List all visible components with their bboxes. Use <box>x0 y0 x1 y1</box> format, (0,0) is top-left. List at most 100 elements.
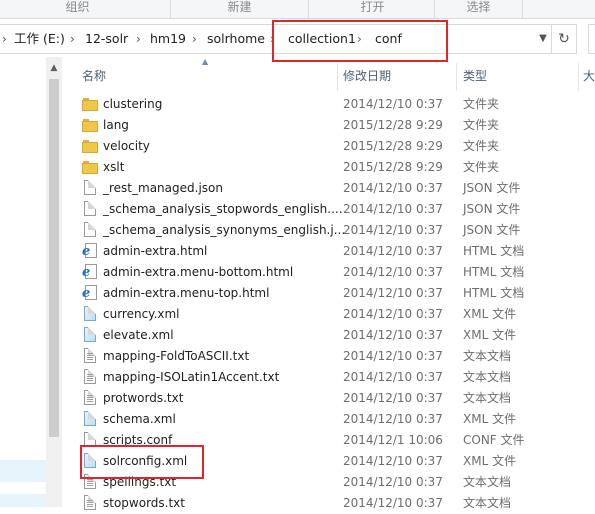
file-row[interactable]: e admin-extra.menu-top.html 2014/12/10 0:3… <box>62 283 595 304</box>
navigation-pane[interactable] <box>0 57 46 507</box>
file-row[interactable]: lang 2015/12/28 9:29 文件夹 <box>62 115 595 136</box>
file-type: 文本文档 <box>463 475 512 489</box>
ribbon-divider <box>170 0 171 18</box>
chevron-right-icon[interactable]: › <box>136 25 141 53</box>
file-type: 文件夹 <box>463 118 500 132</box>
ribbon-group-new[interactable]: 新建 <box>172 0 307 18</box>
document-icon <box>82 201 98 217</box>
nav-selected-item[interactable] <box>0 460 46 482</box>
folder-icon <box>82 96 98 112</box>
file-name[interactable]: admin-extra.html <box>103 241 207 262</box>
file-name[interactable]: mapping-ISOLatin1Accent.txt <box>103 367 279 388</box>
file-row[interactable]: velocity 2015/12/28 9:29 文件夹 <box>62 136 595 157</box>
file-modified-date: 2014/12/10 0:37 <box>343 412 443 426</box>
text-file-icon <box>82 348 98 364</box>
sort-ascending-icon: ▲ <box>202 57 209 66</box>
file-name[interactable]: lang <box>103 115 129 136</box>
breadcrumb-hm19[interactable]: hm19 <box>150 25 186 53</box>
file-modified-date: 2015/12/28 9:29 <box>343 139 443 153</box>
column-header-type[interactable]: 类型 <box>463 67 487 84</box>
file-modified-date: 2014/12/10 0:37 <box>343 181 443 195</box>
file-row[interactable]: stopwords.txt 2014/12/10 0:37 文本文档 <box>62 493 595 514</box>
column-divider[interactable] <box>578 63 579 91</box>
file-row[interactable]: elevate.xml 2014/12/10 0:37 XML 文件 <box>62 325 595 346</box>
highlight-box-address <box>272 20 448 62</box>
file-row[interactable]: protwords.txt 2014/12/10 0:37 文本文档 <box>62 388 595 409</box>
document-icon <box>82 180 98 196</box>
file-row[interactable]: _rest_managed.json 2014/12/10 0:37 JSON 文件 <box>62 178 595 199</box>
column-divider[interactable] <box>337 63 338 91</box>
file-modified-date: 2014/12/10 0:37 <box>343 286 443 300</box>
breadcrumb-solrhome[interactable]: solrhome <box>207 25 265 53</box>
file-name[interactable]: xslt <box>103 157 124 178</box>
file-type: XML 文件 <box>463 412 517 426</box>
ribbon-divider <box>522 0 523 18</box>
chevron-down-icon[interactable]: ▼ <box>535 25 551 53</box>
file-modified-date: 2014/12/10 0:37 <box>343 496 443 510</box>
folder-icon <box>82 159 98 175</box>
ribbon-divider <box>434 0 435 18</box>
ribbon: 组织 新建 打开 选择 <box>0 0 595 19</box>
file-type: HTML 文档 <box>463 265 525 279</box>
scroll-up-arrow-icon[interactable]: ▲ <box>46 62 62 74</box>
file-row[interactable]: _schema_analysis_stopwords_english.... 20… <box>62 199 595 220</box>
file-name[interactable]: stopwords.txt <box>103 493 185 514</box>
text-file-icon <box>82 495 98 511</box>
file-name[interactable]: velocity <box>103 136 150 157</box>
file-name[interactable]: mapping-FoldToASCII.txt <box>103 346 249 367</box>
file-name[interactable]: _schema_analysis_stopwords_english.... <box>103 199 343 220</box>
file-name[interactable]: _schema_analysis_synonyms_english.j... <box>103 220 345 241</box>
column-header-name[interactable]: 名称 <box>82 67 106 84</box>
column-divider[interactable] <box>456 63 457 91</box>
nav-scrollbar[interactable]: ▲ <box>46 57 62 507</box>
file-type: CONF 文件 <box>463 433 525 447</box>
scrollbar-thumb[interactable] <box>49 79 59 437</box>
file-row[interactable]: mapping-FoldToASCII.txt 2014/12/10 0:37 文本… <box>62 346 595 367</box>
file-name[interactable]: clustering <box>103 94 162 115</box>
chevron-right-icon[interactable]: › <box>192 25 197 53</box>
chevron-right-icon[interactable]: › <box>70 25 75 53</box>
highlight-box-solrconfig <box>80 445 204 479</box>
column-header-modified[interactable]: 修改日期 <box>343 67 391 84</box>
file-type: HTML 文档 <box>463 286 525 300</box>
ribbon-group-select[interactable]: 选择 <box>436 0 521 18</box>
file-row[interactable]: xslt 2015/12/28 9:29 文件夹 <box>62 157 595 178</box>
search-input[interactable] <box>588 24 595 54</box>
ribbon-group-organize[interactable]: 组织 <box>0 0 155 18</box>
file-row[interactable]: _schema_analysis_synonyms_english.j... 20… <box>62 220 595 241</box>
nav-hover-item[interactable] <box>0 494 46 507</box>
file-row[interactable]: clustering 2014/12/10 0:37 文件夹 <box>62 94 595 115</box>
file-modified-date: 2014/12/10 0:37 <box>343 244 443 258</box>
file-name[interactable]: protwords.txt <box>103 388 183 409</box>
file-type: 文件夹 <box>463 139 500 153</box>
file-name[interactable]: schema.xml <box>103 409 176 430</box>
file-type: JSON 文件 <box>463 223 521 237</box>
file-name[interactable]: currency.xml <box>103 304 180 325</box>
file-modified-date: 2014/12/10 0:37 <box>343 475 443 489</box>
breadcrumb-12-solr[interactable]: 12-solr <box>85 25 128 53</box>
file-modified-date: 2014/12/10 0:37 <box>343 370 443 384</box>
file-row[interactable]: e admin-extra.html 2014/12/10 0:37 HTML 文档 <box>62 241 595 262</box>
file-row[interactable]: schema.xml 2014/12/10 0:37 XML 文件 <box>62 409 595 430</box>
html-file-icon: e <box>82 285 98 301</box>
file-type: XML 文件 <box>463 307 517 321</box>
chevron-right-icon[interactable]: › <box>2 25 7 53</box>
file-row[interactable]: mapping-ISOLatin1Accent.txt 2014/12/10 0:… <box>62 367 595 388</box>
html-file-icon: e <box>82 264 98 280</box>
file-name[interactable]: admin-extra.menu-bottom.html <box>103 262 293 283</box>
xml-file-icon <box>82 411 98 427</box>
breadcrumb-drive[interactable]: 工作 (E:) <box>14 25 65 53</box>
text-file-icon <box>82 390 98 406</box>
file-name[interactable]: elevate.xml <box>103 325 174 346</box>
file-name[interactable]: admin-extra.menu-top.html <box>103 283 269 304</box>
file-row[interactable]: currency.xml 2014/12/10 0:37 XML 文件 <box>62 304 595 325</box>
refresh-icon[interactable]: ↻ <box>552 24 577 54</box>
file-type: 文本文档 <box>463 370 512 384</box>
ribbon-group-open[interactable]: 打开 <box>310 0 435 18</box>
file-modified-date: 2014/12/10 0:37 <box>343 391 443 405</box>
file-modified-date: 2014/12/10 0:37 <box>343 265 443 279</box>
file-modified-date: 2015/12/28 9:29 <box>343 160 443 174</box>
file-name[interactable]: _rest_managed.json <box>103 178 223 199</box>
file-row[interactable]: e admin-extra.menu-bottom.html 2014/12/10 … <box>62 262 595 283</box>
column-header-size[interactable]: 大 <box>583 67 595 84</box>
